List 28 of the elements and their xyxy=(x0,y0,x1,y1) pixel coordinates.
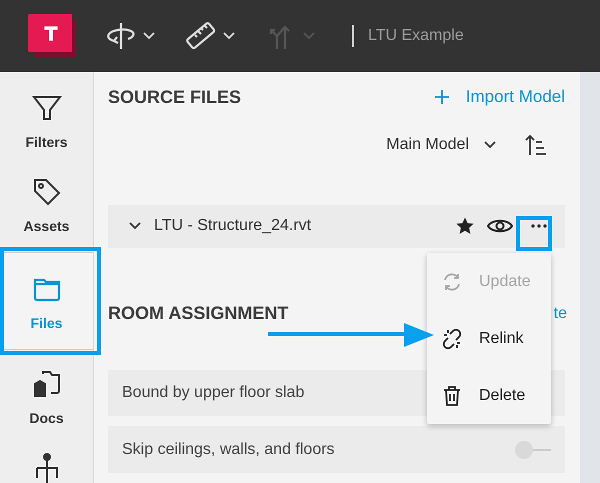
highlight-frame xyxy=(516,216,552,251)
menu-item[interactable]: Relink xyxy=(427,316,551,360)
file-row[interactable]: LTU - Structure_24.rvt xyxy=(108,204,565,248)
toggle-switch[interactable] xyxy=(515,440,551,459)
star-icon[interactable] xyxy=(455,216,475,236)
trash-icon xyxy=(441,384,463,406)
caret-icon xyxy=(483,140,497,150)
option-label: Bound by upper floor slab xyxy=(122,384,304,402)
sidebar-item[interactable]: Filters xyxy=(0,92,93,150)
section-title: ROOM ASSIGNMENT xyxy=(108,303,288,324)
sort-icon[interactable] xyxy=(525,132,549,157)
section-title: SOURCE FILES xyxy=(108,86,242,108)
caret-icon xyxy=(142,31,156,41)
refresh-icon xyxy=(441,270,463,292)
file-name: LTU - Structure_24.rvt xyxy=(154,217,312,236)
expand-icon[interactable] xyxy=(128,221,142,232)
broken-link-icon xyxy=(441,328,463,350)
option-label: Skip ceilings, walls, and floors xyxy=(122,440,335,459)
more-icon xyxy=(530,224,548,228)
app-logo[interactable] xyxy=(28,14,76,58)
model-dropdown[interactable]: Main Model xyxy=(386,136,497,154)
sidebar-item[interactable]: Docs xyxy=(0,368,93,426)
plus-icon xyxy=(434,89,450,106)
menu-item[interactable]: Delete xyxy=(427,374,551,418)
project-title: LTU Example xyxy=(368,27,464,45)
caret-icon xyxy=(302,31,316,41)
caret-icon xyxy=(222,31,236,41)
sidebar-item[interactable]: Assets xyxy=(0,176,93,234)
